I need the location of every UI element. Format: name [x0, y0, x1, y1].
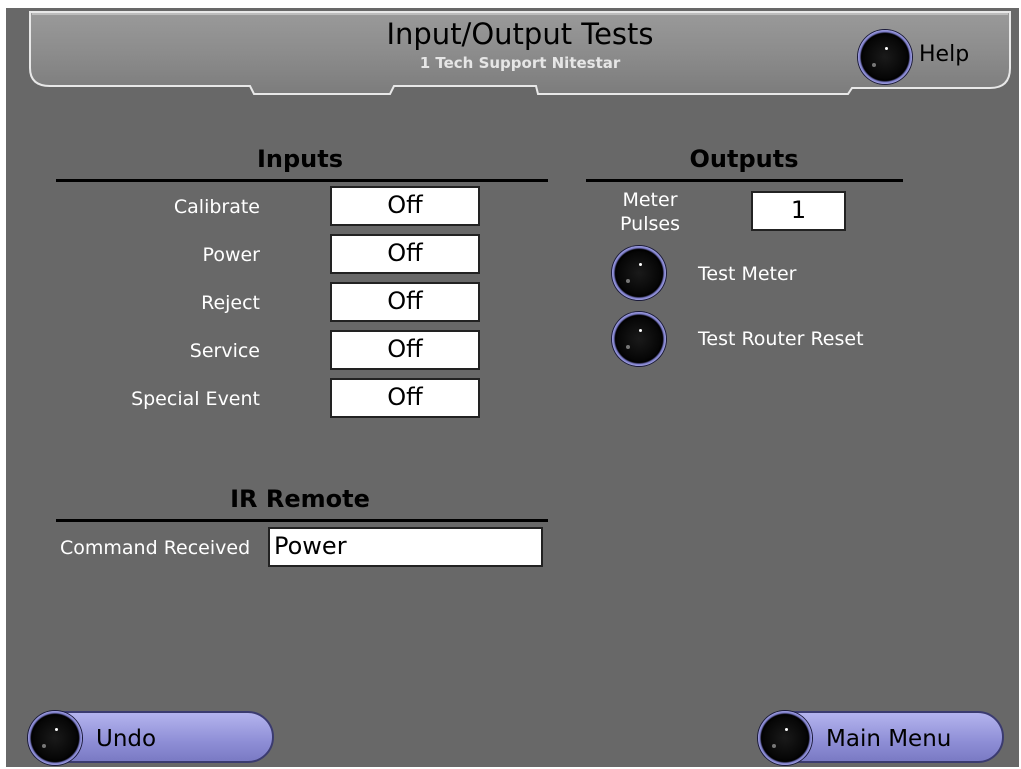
knob-highlight-icon: [626, 345, 630, 349]
knob-highlight-icon: [772, 744, 776, 748]
calibrate-label: Calibrate: [173, 196, 260, 218]
power-label: Power: [202, 244, 260, 266]
knob-indicator-icon: [639, 329, 642, 332]
knob-indicator-icon: [885, 47, 888, 50]
power-status: Off: [330, 234, 480, 274]
undo-label[interactable]: Undo: [96, 726, 156, 752]
help-button[interactable]: [858, 30, 912, 84]
command-received-label: Command Received: [60, 537, 251, 559]
service-label: Service: [189, 340, 260, 362]
test-router-reset-button[interactable]: [612, 312, 666, 366]
ir-remote-divider: [56, 519, 548, 522]
service-status: Off: [330, 330, 480, 370]
meter-label-line1: Meter: [622, 189, 678, 211]
special-event-label: Special Event: [131, 388, 260, 410]
knob-indicator-icon: [785, 728, 788, 731]
calibrate-status: Off: [330, 186, 480, 226]
reject-status: Off: [330, 282, 480, 322]
command-received-field: Power: [268, 527, 543, 567]
meter-pulses-input[interactable]: 1: [751, 191, 846, 231]
knob-highlight-icon: [626, 279, 630, 283]
knob-highlight-icon: [42, 744, 46, 748]
help-label[interactable]: Help: [919, 42, 969, 68]
main-menu-label[interactable]: Main Menu: [826, 726, 951, 752]
ir-remote-heading: IR Remote: [230, 485, 370, 513]
test-meter-button[interactable]: [612, 246, 666, 300]
outputs-divider: [586, 179, 903, 182]
undo-button[interactable]: [28, 711, 82, 765]
inputs-divider: [56, 179, 548, 182]
test-router-reset-label[interactable]: Test Router Reset: [698, 328, 864, 350]
special-event-status: Off: [330, 378, 480, 418]
main-menu-button[interactable]: [758, 711, 812, 765]
outputs-heading: Outputs: [689, 145, 799, 173]
test-meter-label[interactable]: Test Meter: [698, 263, 797, 285]
inputs-heading: Inputs: [256, 145, 344, 173]
undo-button-body[interactable]: [60, 711, 274, 763]
knob-indicator-icon: [639, 263, 642, 266]
reject-label: Reject: [201, 292, 260, 314]
knob-indicator-icon: [55, 728, 58, 731]
meter-label-line2: Pulses: [620, 213, 680, 235]
knob-highlight-icon: [872, 63, 876, 67]
